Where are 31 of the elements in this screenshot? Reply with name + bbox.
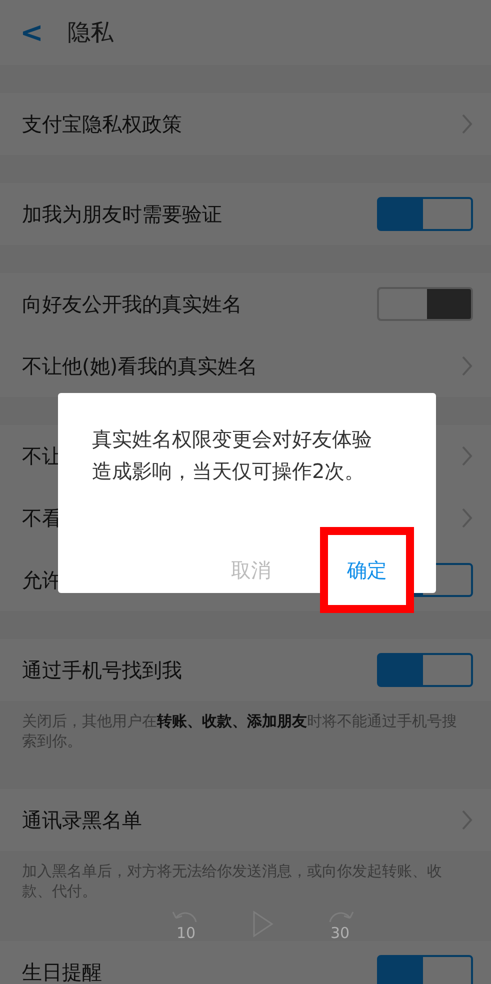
row-label: 向好友公开我的真实姓名 <box>22 290 242 318</box>
settings-row[interactable]: 加我为朋友时需要验证 <box>0 183 491 245</box>
rewind-button[interactable]: 10 <box>170 906 202 942</box>
toggle-switch[interactable] <box>377 955 473 984</box>
back-button[interactable]: < <box>20 18 44 46</box>
dialog-message: 真实姓名权限变更会对好友体验造成影响，当天仅可操作2次。 <box>92 426 373 485</box>
settings-row[interactable]: 不让他(她)看我的真实姓名 <box>0 335 491 397</box>
chevron-icon <box>461 445 473 467</box>
page-title: 隐私 <box>67 19 114 48</box>
chevron-icon <box>461 355 473 377</box>
row-label: 通讯录黑名单 <box>22 806 142 834</box>
cancel-button[interactable]: 取消 <box>204 527 298 613</box>
settings-row[interactable]: 通过手机号找到我 <box>0 639 491 701</box>
chevron-icon <box>461 809 473 831</box>
row-label: 支付宝隐私权政策 <box>22 110 182 138</box>
row-label: 不看 <box>22 504 62 532</box>
settings-row[interactable]: 生日提醒 <box>0 941 491 984</box>
toggle-switch[interactable] <box>377 197 473 231</box>
row-label: 不让他(她)看我的真实姓名 <box>22 352 258 380</box>
settings-row[interactable]: 向好友公开我的真实姓名 <box>0 273 491 335</box>
chevron-icon <box>461 507 473 529</box>
confirm-button[interactable]: 确定 <box>320 527 414 613</box>
row-label: 生日提醒 <box>22 958 102 984</box>
toggle-switch[interactable] <box>377 653 473 687</box>
forward-button[interactable]: 30 <box>324 906 356 942</box>
row-label: 加我为朋友时需要验证 <box>22 200 222 228</box>
toggle-switch[interactable] <box>377 287 473 321</box>
settings-row[interactable]: 通讯录黑名单 <box>0 789 491 851</box>
row-label: 通过手机号找到我 <box>22 656 182 684</box>
chevron-icon <box>461 113 473 135</box>
settings-row[interactable]: 支付宝隐私权政策 <box>0 93 491 155</box>
